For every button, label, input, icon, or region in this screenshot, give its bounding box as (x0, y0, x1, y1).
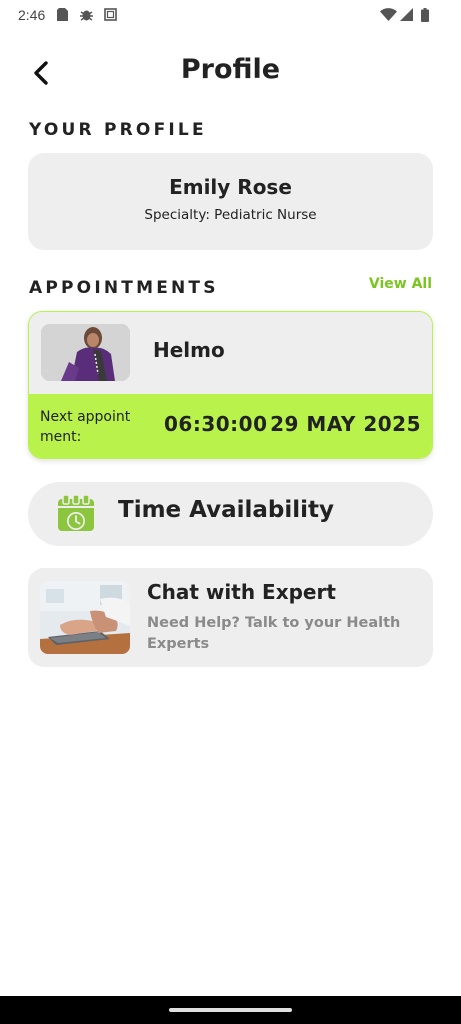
status-bar: 2:46 (0, 0, 461, 32)
chat-with-expert-card[interactable]: Chat with Expert Need Help? Talk to your… (28, 568, 433, 667)
page-title: Profile (180, 54, 281, 85)
sim-card-icon (57, 8, 68, 21)
doctor-photo-image (41, 324, 130, 381)
header: Profile (0, 48, 461, 98)
appointment-time: 06:30:00 (164, 412, 268, 436)
profile-specialty: Specialty: Pediatric Nurse (144, 207, 317, 223)
appointment-date: 29 MAY 2025 (270, 412, 421, 436)
appointment-doctor-name: Helmo (153, 338, 225, 362)
status-time: 2:46 (18, 7, 46, 23)
doctor-photo (41, 324, 130, 381)
system-navigation-bar (0, 996, 461, 1024)
profile-card: Emily Rose Specialty: Pediatric Nurse (28, 153, 433, 250)
appointment-details: Next appoint ment: 06:30:00 29 MAY 2025 (29, 394, 432, 458)
home-gesture-handle[interactable] (169, 1008, 292, 1012)
appointment-header: Helmo (29, 312, 432, 394)
chat-expert-image (40, 581, 130, 654)
laptop-typing-image (40, 581, 130, 654)
signal-icon (400, 8, 413, 21)
wifi-icon (380, 8, 397, 21)
time-availability-button[interactable]: Time Availability (28, 482, 433, 546)
next-appointment-label: Next appoint ment: (40, 409, 131, 445)
bug-icon (80, 10, 93, 21)
profile-name: Emily Rose (169, 175, 292, 199)
square-icon (104, 8, 117, 21)
appointment-card[interactable]: Helmo Next appoint ment: 06:30:00 29 MAY… (28, 311, 433, 459)
battery-icon (421, 8, 429, 22)
appointments-section-label: APPOINTMENTS (29, 278, 219, 298)
profile-section-label: YOUR PROFILE (29, 120, 207, 140)
calendar-clock-icon (58, 494, 94, 531)
chat-subtitle: Need Help? Talk to your Health Experts (147, 615, 401, 652)
chat-title: Chat with Expert (147, 580, 336, 604)
time-availability-label: Time Availability (118, 497, 335, 523)
view-all-link[interactable]: View All (369, 276, 432, 292)
